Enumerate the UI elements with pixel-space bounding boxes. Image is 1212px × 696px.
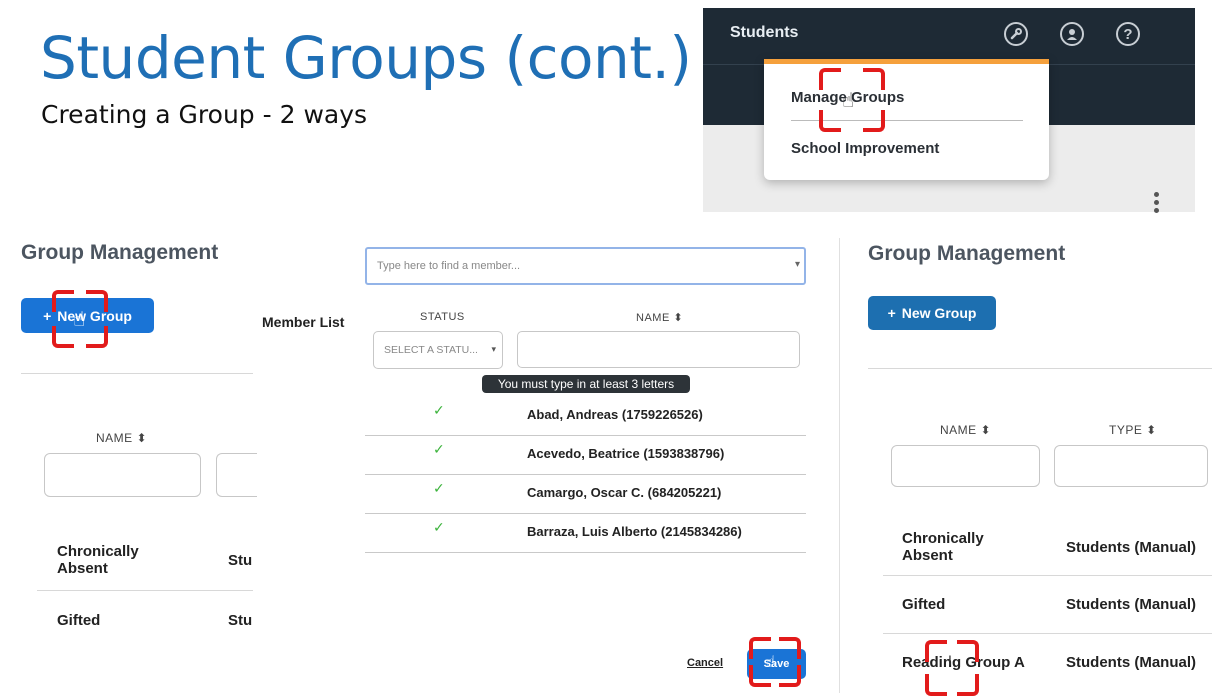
member-name: Camargo, Oscar C. (684205221): [527, 485, 722, 500]
right-type-filter[interactable]: [1054, 445, 1208, 487]
left-name-filter[interactable]: [44, 453, 201, 497]
member-name: Acevedo, Beatrice (1593838796): [527, 446, 725, 461]
right-row-name[interactable]: Gifted: [902, 596, 945, 613]
hand-cursor-icon: ☝: [842, 90, 855, 112]
cancel-button[interactable]: Cancel: [687, 657, 723, 669]
right-row-type: Students (Manual): [1066, 539, 1196, 556]
menu-item-school-improvement[interactable]: School Improvement: [791, 140, 939, 157]
help-circle-icon[interactable]: ?: [1116, 22, 1140, 46]
member-search-input[interactable]: Type here to find a member... ▾: [365, 247, 806, 285]
left-row-type: Stu: [228, 612, 253, 629]
member-name-filter[interactable]: [517, 331, 800, 368]
left-row-name[interactable]: Chronically Absent: [57, 543, 139, 577]
check-icon: ✓: [433, 402, 445, 418]
panel-separator: [839, 238, 840, 693]
kebab-menu-icon[interactable]: [1154, 192, 1160, 216]
topbar-title[interactable]: Students: [730, 24, 798, 42]
plus-icon: +: [887, 305, 896, 321]
left-row-type: Stu: [228, 552, 253, 569]
right-row-name[interactable]: Chronically Absent: [902, 530, 984, 564]
chevron-down-icon: ▾: [491, 344, 496, 354]
right-row-divider: [883, 575, 1212, 576]
left-divider: [21, 373, 253, 374]
member-row[interactable]: ✓ Abad, Andreas (1759226526): [365, 396, 806, 436]
right-row-type: Students (Manual): [1066, 654, 1196, 671]
slide-subtitle: Creating a Group - 2 ways: [41, 100, 368, 129]
member-name-header[interactable]: NAME ⬍: [636, 311, 683, 324]
right-row-divider: [883, 633, 1212, 634]
left-group-management-title: Group Management: [21, 241, 219, 264]
status-select-placeholder: SELECT A STATU...: [384, 344, 478, 356]
text-cursor-icon: I: [948, 652, 952, 668]
member-search-placeholder: Type here to find a member...: [377, 260, 521, 272]
wrench-icon[interactable]: [1004, 22, 1028, 46]
check-icon: ✓: [433, 480, 445, 496]
left-row-name[interactable]: Gifted: [57, 612, 100, 629]
user-circle-icon[interactable]: [1060, 22, 1084, 46]
member-name: Barraza, Luis Alberto (2145834286): [527, 524, 742, 539]
left-type-filter[interactable]: [216, 453, 257, 497]
right-name-filter[interactable]: [891, 445, 1040, 487]
click-marker: [925, 640, 979, 696]
min-letters-tooltip: You must type in at least 3 letters: [482, 375, 690, 393]
left-row-divider: [37, 590, 253, 591]
right-row-type: Students (Manual): [1066, 596, 1196, 613]
students-dropdown-menu: Manage Groups School Improvement: [764, 59, 1049, 180]
member-row[interactable]: ✓ Acevedo, Beatrice (1593838796): [365, 435, 806, 475]
right-type-header[interactable]: TYPE ⬍: [1109, 423, 1157, 437]
plus-icon: +: [43, 307, 52, 324]
right-divider: [868, 368, 1212, 369]
member-list-label: Member List: [262, 314, 345, 330]
check-icon: ✓: [433, 441, 445, 457]
left-name-header[interactable]: NAME ⬍: [96, 431, 147, 445]
member-row[interactable]: ✓ Barraza, Luis Alberto (2145834286): [365, 513, 806, 553]
slide-title: Student Groups (cont.): [40, 24, 692, 92]
hand-cursor-icon: ☝: [766, 654, 776, 671]
member-name: Abad, Andreas (1759226526): [527, 407, 703, 422]
member-row[interactable]: ✓ Camargo, Oscar C. (684205221): [365, 474, 806, 514]
hand-cursor-icon: ☝: [73, 309, 86, 331]
right-name-header[interactable]: NAME ⬍: [940, 423, 991, 437]
status-select[interactable]: SELECT A STATU... ▾: [373, 331, 503, 369]
status-header: STATUS: [420, 311, 465, 323]
new-group-button[interactable]: + New Group: [868, 296, 996, 330]
check-icon: ✓: [433, 519, 445, 535]
right-group-management-title: Group Management: [868, 242, 1066, 265]
new-group-label: New Group: [901, 305, 977, 321]
chevron-down-icon[interactable]: ▾: [795, 259, 800, 270]
